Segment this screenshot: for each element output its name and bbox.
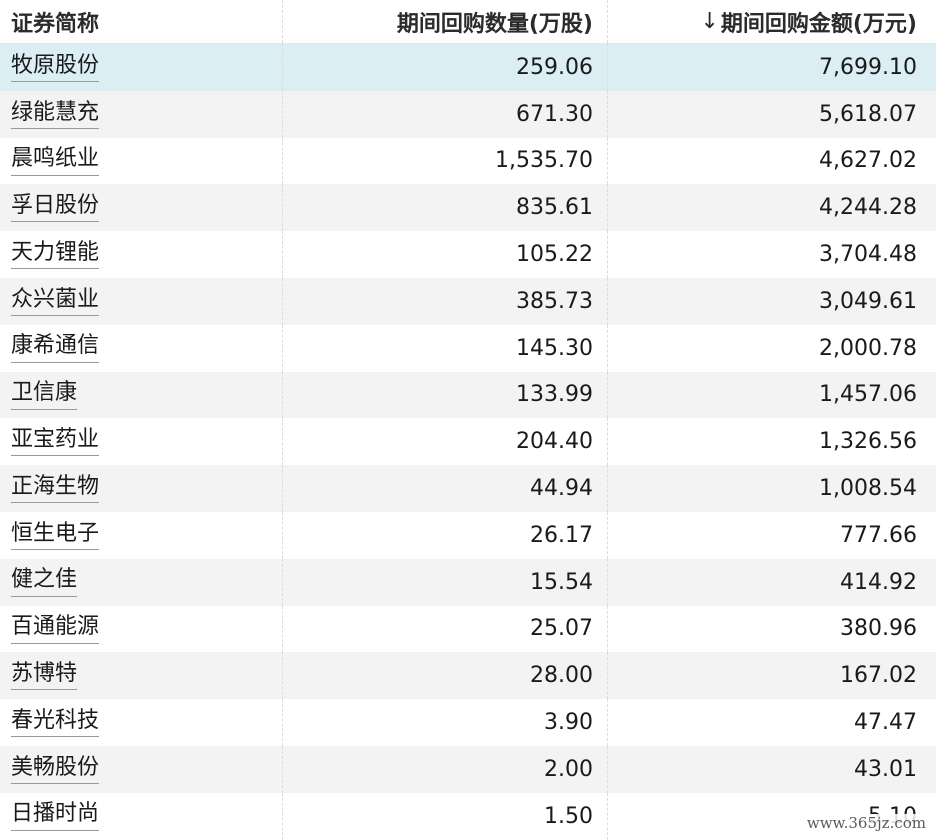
cell-amount: 5,618.07	[819, 101, 917, 127]
cell-name: 美畅股份	[0, 745, 283, 793]
cell-amount: 2,000.78	[819, 335, 917, 361]
table-header: 证券简称 期间回购数量(万股) ↓ 期间回购金额(万元)	[0, 0, 936, 44]
security-name-link[interactable]: 苏博特	[11, 661, 78, 691]
table-row[interactable]: 正海生物 44.94 1,008.54	[0, 465, 936, 512]
column-header-name[interactable]: 证券简称	[0, 0, 283, 43]
cell-quantity: 259.06	[283, 44, 608, 91]
table-row[interactable]: 日播时尚1.505.10	[0, 792, 936, 840]
cell-quantity: 3.90	[283, 699, 608, 746]
cell-amount: 43.01	[854, 756, 917, 782]
security-name-link[interactable]: 孚日股份	[11, 193, 100, 223]
cell-name: 恒生电子	[0, 511, 283, 559]
table-body: 牧原股份 259.06 7,699.10 绿能慧充 671.30 5,618.07 晨鸣纸业…	[0, 44, 936, 840]
security-name-link[interactable]: 恒生电子	[11, 521, 100, 551]
cell-quantity: 385.73	[283, 277, 608, 325]
security-name-link[interactable]: 亚宝药业	[11, 427, 100, 457]
cell-quantity: 44.94	[283, 465, 608, 512]
security-name-link[interactable]: 春光科技	[11, 708, 100, 738]
cell-quantity: 835.61	[283, 184, 608, 232]
cell-amount: 7,699.10	[819, 54, 917, 80]
cell-amount: 1,326.56	[819, 429, 917, 455]
cell-amount: 4,627.02	[819, 148, 917, 174]
cell-name: 牧原股份	[0, 44, 283, 91]
table-row[interactable]: 健之佳 15.54 414.92	[0, 558, 936, 606]
security-name-link[interactable]: 美畅股份	[11, 755, 100, 785]
cell-name: 孚日股份	[0, 184, 283, 232]
cell-name: 康希通信	[0, 324, 283, 372]
cell-name: 晨鸣纸业	[0, 137, 283, 185]
table-row[interactable]: 牧原股份 259.06 7,699.10	[0, 44, 936, 91]
security-name-link[interactable]: 日播时尚	[11, 801, 100, 831]
table-row[interactable]: 百通能源 25.07 380.96	[0, 605, 936, 653]
column-header-amount-label: 期间回购金额(万元)	[720, 11, 917, 37]
sort-descending-icon: ↓	[700, 9, 719, 34]
security-name-link[interactable]: 康希通信	[11, 333, 100, 363]
cell-amount: 4,244.28	[819, 195, 917, 221]
cell-amount: 3,704.48	[819, 242, 917, 268]
table-row[interactable]: 苏博特 28.00 167.02	[0, 652, 936, 700]
table-row[interactable]: 孚日股份 835.61 4,244.28	[0, 184, 936, 232]
cell-name: 苏博特	[0, 652, 283, 700]
column-header-quantity[interactable]: 期间回购数量(万股)	[283, 0, 608, 43]
cell-name: 春光科技	[0, 699, 283, 746]
watermark: www.365jz.com	[804, 814, 928, 832]
security-name-link[interactable]: 百通能源	[11, 614, 100, 644]
security-name-link[interactable]: 晨鸣纸业	[11, 146, 100, 176]
table-row[interactable]: 康希通信 145.30 2,000.78	[0, 324, 936, 372]
cell-amount: 414.92	[840, 569, 917, 595]
cell-amount: 3,049.61	[819, 288, 917, 314]
security-name-link[interactable]: 天力锂能	[11, 240, 100, 270]
table-row[interactable]: 亚宝药业 204.40 1,326.56	[0, 418, 936, 466]
cell-name: 卫信康	[0, 371, 283, 419]
table-row[interactable]: 晨鸣纸业 1,535.70 4,627.02	[0, 137, 936, 185]
cell-amount: 777.66	[840, 522, 917, 548]
column-header-quantity-label: 期间回购数量(万股)	[396, 11, 593, 37]
cell-name: 百通能源	[0, 605, 283, 653]
cell-quantity: 25.07	[283, 605, 608, 653]
cell-name: 绿能慧充	[0, 90, 283, 138]
column-header-amount[interactable]: ↓ 期间回购金额(万元)	[608, 0, 936, 43]
security-name-link[interactable]: 绿能慧充	[11, 100, 100, 129]
security-name-link[interactable]: 众兴菌业	[11, 287, 100, 317]
cell-amount: 1,008.54	[819, 476, 917, 502]
cell-quantity: 1.50	[283, 792, 608, 840]
cell-quantity: 105.22	[283, 231, 608, 278]
cell-quantity: 1,535.70	[283, 137, 608, 185]
security-name-link[interactable]: 健之佳	[11, 567, 78, 597]
cell-quantity: 145.30	[283, 324, 608, 372]
security-name-link[interactable]: 卫信康	[11, 380, 78, 410]
table-row[interactable]: 绿能慧充 671.30 5,618.07	[0, 90, 936, 138]
security-name-link[interactable]: 正海生物	[11, 474, 100, 504]
cell-name: 日播时尚	[0, 792, 283, 840]
cell-name: 正海生物	[0, 465, 283, 512]
cell-quantity: 133.99	[283, 371, 608, 419]
cell-amount: 380.96	[840, 616, 917, 642]
cell-quantity: 671.30	[283, 90, 608, 138]
cell-amount: 47.47	[854, 710, 917, 736]
cell-quantity: 28.00	[283, 652, 608, 700]
table-row[interactable]: 恒生电子 26.17 777.66	[0, 511, 936, 559]
cell-amount: 1,457.06	[819, 382, 917, 408]
column-header-name-label: 证券简称	[11, 11, 100, 37]
cell-quantity: 2.00	[283, 745, 608, 793]
cell-quantity: 204.40	[283, 418, 608, 466]
table-row[interactable]: 天力锂能 105.22 3,704.48	[0, 231, 936, 278]
cell-amount: 167.02	[840, 663, 917, 689]
cell-name: 亚宝药业	[0, 418, 283, 466]
cell-name: 健之佳	[0, 558, 283, 606]
cell-name: 天力锂能	[0, 231, 283, 278]
table-row[interactable]: 春光科技 3.90 47.47	[0, 699, 936, 746]
table-row[interactable]: 卫信康 133.99 1,457.06	[0, 371, 936, 419]
security-name-link[interactable]: 牧原股份	[11, 53, 100, 83]
table-row[interactable]: 众兴菌业 385.73 3,049.61	[0, 277, 936, 325]
cell-name: 众兴菌业	[0, 277, 283, 325]
table-row[interactable]: 美畅股份 2.00 43.01	[0, 745, 936, 793]
cell-quantity: 15.54	[283, 558, 608, 606]
repurchase-table: 证券简称 期间回购数量(万股) ↓ 期间回购金额(万元) 牧原股份 259.06 7…	[0, 0, 936, 840]
cell-quantity: 26.17	[283, 511, 608, 559]
